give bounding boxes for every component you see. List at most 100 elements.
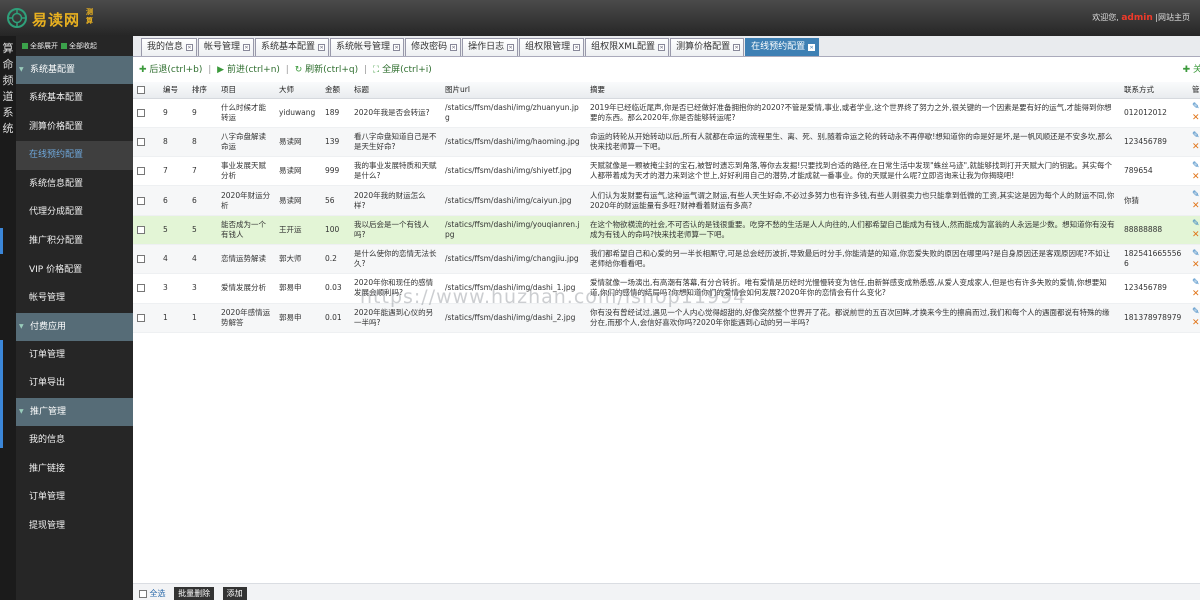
forward-button[interactable]: ▶ 前进(ctrl+n) bbox=[217, 65, 280, 75]
tab-close-icon[interactable]: ✕ bbox=[507, 44, 515, 51]
cell-sort: 6 bbox=[188, 185, 217, 216]
tab[interactable]: 操作日志 ✕ bbox=[462, 38, 519, 56]
close-icon: ✚ bbox=[1182, 65, 1193, 75]
tab-close-icon[interactable]: ✕ bbox=[393, 44, 401, 51]
sidebar-item[interactable]: 推广积分配置 bbox=[16, 227, 133, 256]
cell-summary: 我们都希望自己和心爱的另一半长相厮守,可是总会经历波折,导致最后时分手,你能清楚… bbox=[586, 244, 1120, 275]
delete-icon[interactable]: ✕ bbox=[1192, 143, 1200, 152]
sidebar-item[interactable]: 测算价格配置 bbox=[16, 113, 133, 142]
batch-delete-button[interactable]: 批量删除 bbox=[174, 587, 215, 600]
cell-title: 2020年你和现任的感情发展会顺利吗? bbox=[350, 273, 441, 304]
delete-icon[interactable]: ✕ bbox=[1192, 231, 1200, 240]
row-checkbox[interactable] bbox=[137, 167, 145, 176]
tab-close-icon[interactable]: ✕ bbox=[573, 44, 581, 51]
column-header: 图片url bbox=[441, 82, 586, 99]
row-checkbox[interactable] bbox=[137, 255, 145, 264]
close-button[interactable]: ✚ 关 bbox=[1183, 58, 1200, 82]
sidebar-item[interactable]: 订单导出 bbox=[16, 369, 133, 398]
sidebar-item[interactable]: 订单管理 bbox=[16, 341, 133, 370]
cell-contact: 你猜 bbox=[1120, 185, 1188, 216]
row-checkbox[interactable] bbox=[137, 225, 145, 234]
sidebar-group-header[interactable]: ▼ 系统基配置 bbox=[16, 56, 133, 84]
sidebar-item[interactable]: VIP 价格配置 bbox=[16, 256, 133, 285]
expand-all-button[interactable]: 全部展开 bbox=[22, 41, 58, 51]
cell-master: 易读网 bbox=[275, 127, 321, 158]
row-select-cell[interactable] bbox=[133, 185, 159, 216]
row-select-cell[interactable] bbox=[133, 156, 159, 187]
refresh-button[interactable]: ↻ 刷新(ctrl+q) bbox=[295, 65, 358, 75]
cell-id: 3 bbox=[159, 273, 188, 304]
fullscreen-button[interactable]: ⛶ 全屏(ctrl+i) bbox=[373, 65, 432, 75]
sidebar-item[interactable]: 系统基本配置 bbox=[16, 84, 133, 113]
cell-id: 9 bbox=[159, 98, 188, 128]
sidebar-group-header[interactable]: ▼ 推广管理 bbox=[16, 397, 133, 426]
edit-icon[interactable]: ✎ bbox=[1192, 103, 1200, 112]
delete-icon[interactable]: ✕ bbox=[1192, 172, 1200, 181]
sidebar-item[interactable]: 系统信息配置 bbox=[16, 170, 133, 199]
tab[interactable]: 在线预约配置 ✕ bbox=[745, 38, 820, 56]
tab-close-icon[interactable]: ✕ bbox=[450, 44, 458, 51]
add-button[interactable]: 添加 bbox=[222, 587, 247, 600]
row-checkbox[interactable] bbox=[137, 108, 145, 117]
tab-close-icon[interactable]: ✕ bbox=[186, 44, 194, 51]
cell-contact: 123456789 bbox=[1120, 273, 1188, 304]
collapse-all-button[interactable]: 全部收起 bbox=[61, 41, 97, 51]
tab[interactable]: 系统帐号管理 ✕ bbox=[330, 38, 405, 56]
tab-close-icon[interactable]: ✕ bbox=[808, 44, 816, 51]
sidebar-item[interactable]: 订单管理 bbox=[16, 483, 133, 512]
tab-close-icon[interactable]: ✕ bbox=[318, 44, 326, 51]
row-select-cell[interactable] bbox=[133, 273, 159, 304]
tab[interactable]: 组权限管理 ✕ bbox=[519, 38, 585, 56]
row-checkbox[interactable] bbox=[137, 284, 145, 293]
row-select-cell[interactable] bbox=[133, 215, 159, 245]
edit-icon[interactable]: ✎ bbox=[1192, 191, 1200, 200]
delete-icon[interactable]: ✕ bbox=[1192, 289, 1200, 298]
cell-project: 八字命盘解读命运 bbox=[217, 127, 275, 158]
collapse-arrow-icon: ▼ bbox=[19, 66, 24, 73]
sidebar-item[interactable]: 代理分成配置 bbox=[16, 198, 133, 227]
sidebar-item[interactable]: 提现管理 bbox=[16, 512, 133, 541]
cell-summary: 天赋就像是一颗被掩尘封的宝石,被智时遗忘到角落,等你去发掘!只要找到合适的路径,… bbox=[586, 156, 1120, 187]
edit-icon[interactable]: ✎ bbox=[1192, 220, 1200, 229]
edit-icon[interactable]: ✎ bbox=[1192, 161, 1200, 170]
back-button[interactable]: ✚ 后退(ctrl+b) bbox=[139, 65, 202, 75]
tab[interactable]: 系统基本配置 ✕ bbox=[255, 38, 330, 56]
tab[interactable]: 修改密码 ✕ bbox=[405, 38, 462, 56]
row-select-cell[interactable] bbox=[133, 303, 159, 333]
tab[interactable]: 测算价格配置 ✕ bbox=[670, 38, 745, 56]
cell-id: 7 bbox=[159, 156, 188, 187]
delete-icon[interactable]: ✕ bbox=[1192, 114, 1200, 123]
row-checkbox[interactable] bbox=[137, 137, 145, 146]
header-select-all[interactable] bbox=[133, 82, 159, 99]
sidebar-item[interactable]: 推广链接 bbox=[16, 455, 133, 484]
sidebar-item[interactable]: 在线预约配置 bbox=[16, 141, 133, 170]
tab-close-icon[interactable]: ✕ bbox=[733, 44, 741, 51]
row-checkbox[interactable] bbox=[137, 196, 145, 205]
tab[interactable]: 我的信息 ✕ bbox=[141, 38, 198, 56]
edit-icon[interactable]: ✎ bbox=[1192, 308, 1200, 317]
row-checkbox[interactable] bbox=[137, 313, 145, 322]
row-select-cell[interactable] bbox=[133, 244, 159, 275]
tab[interactable]: 帐号管理 ✕ bbox=[198, 38, 255, 56]
sidebar-item[interactable]: 帐号管理 bbox=[16, 284, 133, 313]
tab-close-icon[interactable]: ✕ bbox=[658, 44, 666, 51]
sidebar-group-header[interactable]: ▼ 付费应用 bbox=[16, 312, 133, 341]
delete-icon[interactable]: ✕ bbox=[1192, 260, 1200, 269]
edit-icon[interactable]: ✎ bbox=[1192, 278, 1200, 287]
delete-icon[interactable]: ✕ bbox=[1192, 319, 1200, 328]
row-select-cell[interactable] bbox=[133, 98, 159, 128]
tab-close-icon[interactable]: ✕ bbox=[243, 44, 251, 51]
checkbox[interactable] bbox=[137, 86, 145, 95]
forward-icon: ▶ bbox=[217, 65, 227, 75]
logo-icon bbox=[7, 8, 27, 28]
sidebar-item[interactable]: 我的信息 bbox=[16, 426, 133, 455]
portal-link[interactable]: 网站主页 bbox=[1158, 13, 1190, 22]
username-link[interactable]: admin bbox=[1121, 13, 1152, 23]
edit-icon[interactable]: ✎ bbox=[1192, 249, 1200, 258]
delete-icon[interactable]: ✕ bbox=[1192, 202, 1200, 211]
select-all-label[interactable]: 全选 bbox=[150, 589, 166, 598]
select-all-checkbox[interactable] bbox=[139, 589, 147, 598]
row-select-cell[interactable] bbox=[133, 127, 159, 158]
edit-icon[interactable]: ✎ bbox=[1192, 132, 1200, 141]
tab[interactable]: 组权限XML配置 ✕ bbox=[585, 38, 670, 56]
